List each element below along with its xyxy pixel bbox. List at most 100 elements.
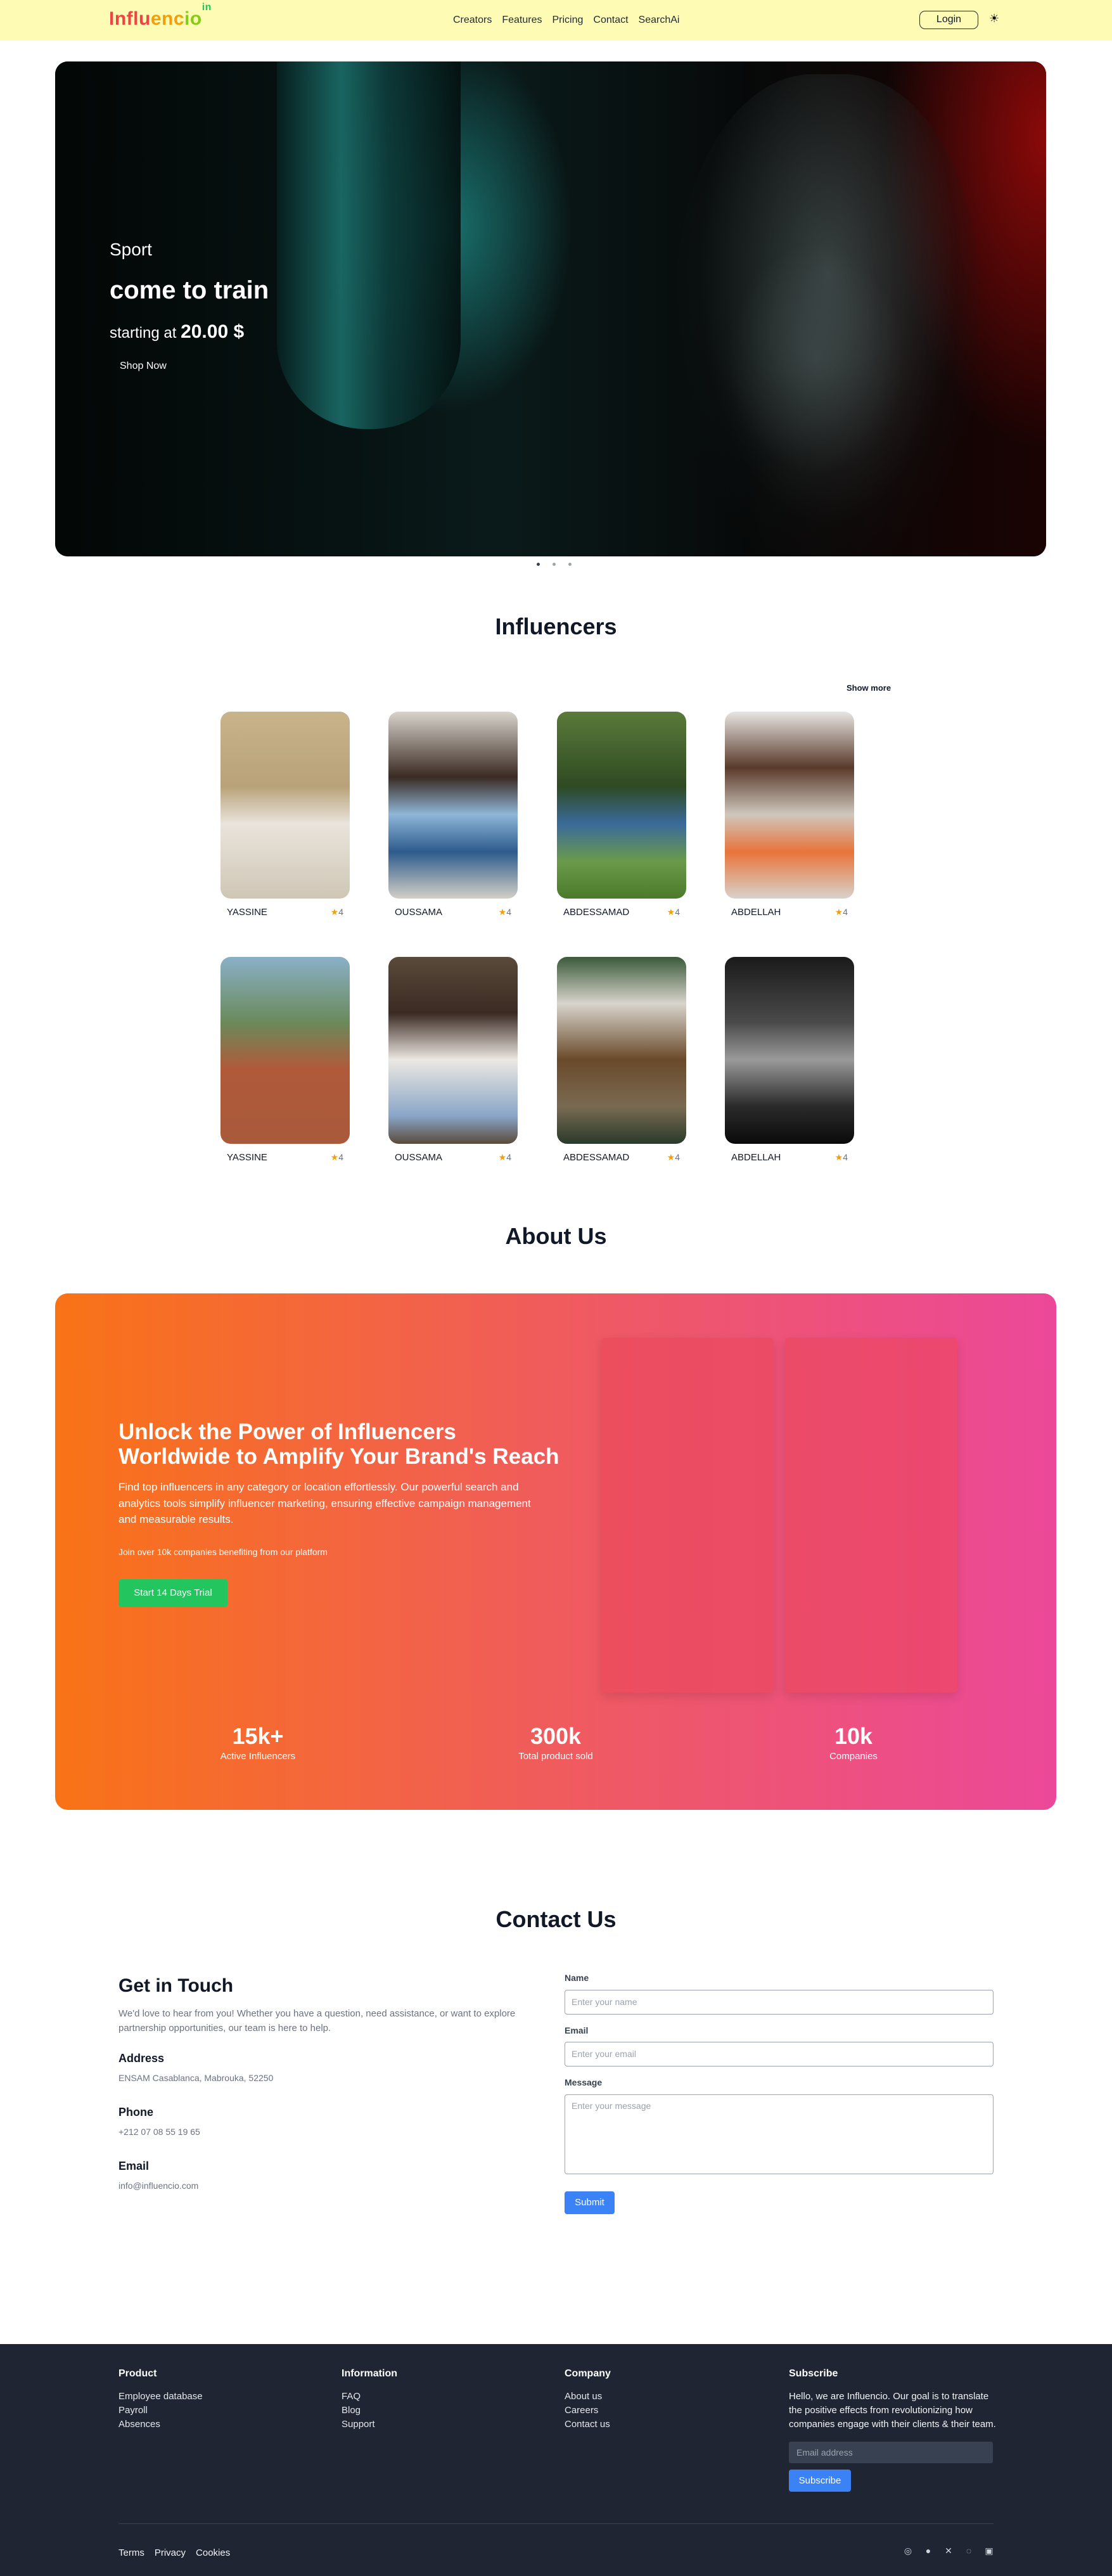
carousel-dot[interactable] xyxy=(553,563,556,566)
footer-link[interactable]: Blog xyxy=(342,2404,397,2418)
influencer-card[interactable]: ABDESSAMAD ★4 xyxy=(557,957,686,1163)
nav-link-features[interactable]: Features xyxy=(502,15,542,26)
carousel-dot[interactable] xyxy=(568,563,572,566)
submit-button[interactable]: Submit xyxy=(565,2191,615,2214)
contact-info: Get in Touch We'd love to hear from you!… xyxy=(118,1975,530,2035)
carousel-indicators xyxy=(537,563,572,566)
theme-toggle-sun-icon[interactable]: ☀ xyxy=(989,12,999,25)
footer-company-column: Company About us Careers Contact us xyxy=(565,2368,611,2432)
footer-legal-links: Terms Privacy Cookies xyxy=(118,2547,230,2558)
login-button[interactable]: Login xyxy=(919,11,978,29)
rating-value: 4 xyxy=(675,1152,680,1162)
influencer-rating: ★4 xyxy=(835,907,848,918)
footer-link[interactable]: Careers xyxy=(565,2404,611,2418)
rating-value: 4 xyxy=(506,907,511,917)
nav-link-contact[interactable]: Contact xyxy=(593,15,628,26)
stat-products-sold: 300k Total product sold xyxy=(518,1723,593,1762)
influencer-name: YASSINE xyxy=(227,1152,267,1163)
footer-link[interactable]: Payroll xyxy=(118,2404,203,2418)
influencer-card[interactable]: YASSINE ★4 xyxy=(220,957,350,1163)
influencer-photo[interactable] xyxy=(725,957,854,1144)
influencer-meta: ABDESSAMAD ★4 xyxy=(557,1144,686,1163)
influencer-rating: ★4 xyxy=(667,907,680,918)
stat-companies: 10k Companies xyxy=(829,1723,878,1762)
star-icon: ★ xyxy=(498,907,507,917)
footer-product-column: Product Employee database Payroll Absenc… xyxy=(118,2368,203,2432)
influencer-photo[interactable] xyxy=(557,957,686,1144)
influencer-card[interactable]: ABDESSAMAD ★4 xyxy=(557,712,686,918)
influencer-card[interactable]: ABDELLAH ★4 xyxy=(725,712,854,918)
influencer-name: ABDESSAMAD xyxy=(563,1152,630,1163)
address-label: Address xyxy=(118,2052,165,2065)
linkedin-icon[interactable]: ▣ xyxy=(983,2546,995,2556)
whatsapp-icon[interactable]: ◌ xyxy=(963,2546,975,2556)
footer-link[interactable]: Employee database xyxy=(118,2390,203,2404)
footer-link[interactable]: About us xyxy=(565,2390,611,2404)
subscribe-button[interactable]: Subscribe xyxy=(789,2470,851,2492)
influencer-photo[interactable] xyxy=(220,957,350,1144)
influencer-rating: ★4 xyxy=(331,1152,343,1163)
influencer-rating: ★4 xyxy=(499,1152,511,1163)
footer-link[interactable]: Absences xyxy=(118,2418,203,2432)
phone-label: Phone xyxy=(118,2106,154,2118)
about-image-placeholder xyxy=(785,1338,957,1693)
influencer-photo[interactable] xyxy=(220,712,350,899)
rating-value: 4 xyxy=(843,907,848,917)
shop-now-button[interactable]: Shop Now xyxy=(110,357,177,376)
footer-social-icons: ◎ ● ✕ ◌ ▣ xyxy=(902,2546,995,2556)
footer-link[interactable]: Support xyxy=(342,2418,397,2432)
influencer-card[interactable]: OUSSAMA ★4 xyxy=(388,712,518,918)
cookies-link[interactable]: Cookies xyxy=(196,2547,230,2558)
hero-carousel: Sport come to train starting at 20.00 $ … xyxy=(55,61,1046,556)
facebook-icon[interactable]: ● xyxy=(923,2546,934,2556)
influencer-card[interactable]: YASSINE ★4 xyxy=(220,712,350,918)
message-textarea[interactable]: Enter your message xyxy=(565,2094,994,2174)
rating-value: 4 xyxy=(675,907,680,917)
influencer-name: OUSSAMA xyxy=(395,1152,443,1163)
influencer-card[interactable]: ABDELLAH ★4 xyxy=(725,957,854,1163)
phone-value: +212 07 08 55 19 65 xyxy=(118,2127,200,2137)
influencer-name: ABDELLAH xyxy=(731,907,781,918)
influencer-photo[interactable] xyxy=(725,712,854,899)
influencer-photo[interactable] xyxy=(557,712,686,899)
star-icon: ★ xyxy=(834,1152,843,1162)
star-icon: ★ xyxy=(330,907,339,917)
influencers-heading: Influencers xyxy=(495,613,617,639)
footer-link[interactable]: FAQ xyxy=(342,2390,397,2404)
about-image-placeholder xyxy=(601,1338,774,1693)
stat-active-influencers: 15k+ Active Influencers xyxy=(220,1723,296,1762)
influencer-meta: ABDESSAMAD ★4 xyxy=(557,899,686,918)
email-input[interactable]: Enter your email xyxy=(565,2042,994,2067)
nav-link-pricing[interactable]: Pricing xyxy=(553,15,584,26)
influencer-photo[interactable] xyxy=(388,957,518,1144)
carousel-dot[interactable] xyxy=(537,563,540,566)
message-label: Message xyxy=(565,2077,603,2087)
nav-link-creators[interactable]: Creators xyxy=(453,15,492,26)
name-input[interactable]: Enter your name xyxy=(565,1990,994,2015)
star-icon: ★ xyxy=(498,1152,507,1162)
subscribe-email-input[interactable]: Email address xyxy=(789,2442,993,2463)
name-label: Name xyxy=(565,1973,589,1983)
x-icon[interactable]: ✕ xyxy=(943,2546,954,2556)
influencer-rating: ★4 xyxy=(499,907,511,918)
address-value: ENSAM Casablanca, Mabrouka, 52250 xyxy=(118,2073,274,2083)
footer-column-title: Product xyxy=(118,2368,157,2379)
instagram-icon[interactable]: ◎ xyxy=(902,2546,914,2556)
punching-bag-image xyxy=(277,61,461,429)
email-value: info@influencio.com xyxy=(118,2181,199,2191)
start-trial-button[interactable]: Start 14 Days Trial xyxy=(118,1579,227,1607)
nav-link-searchai[interactable]: SearchAi xyxy=(639,15,680,26)
footer-link[interactable]: Contact us xyxy=(565,2418,611,2432)
terms-link[interactable]: Terms xyxy=(118,2547,144,2558)
privacy-link[interactable]: Privacy xyxy=(155,2547,186,2558)
hero-price: starting at 20.00 $ xyxy=(110,321,245,342)
get-in-touch-heading: Get in Touch xyxy=(118,1975,234,1996)
influencer-card[interactable]: OUSSAMA ★4 xyxy=(388,957,518,1163)
rating-value: 4 xyxy=(338,907,343,917)
show-more-link[interactable]: Show more xyxy=(847,683,891,693)
about-description: Find top influencers in any category or … xyxy=(118,1481,531,1525)
brand-logo[interactable]: Influencioin xyxy=(109,2,212,30)
influencer-name: ABDELLAH xyxy=(731,1152,781,1163)
influencer-photo[interactable] xyxy=(388,712,518,899)
influencer-meta: YASSINE ★4 xyxy=(220,899,350,918)
